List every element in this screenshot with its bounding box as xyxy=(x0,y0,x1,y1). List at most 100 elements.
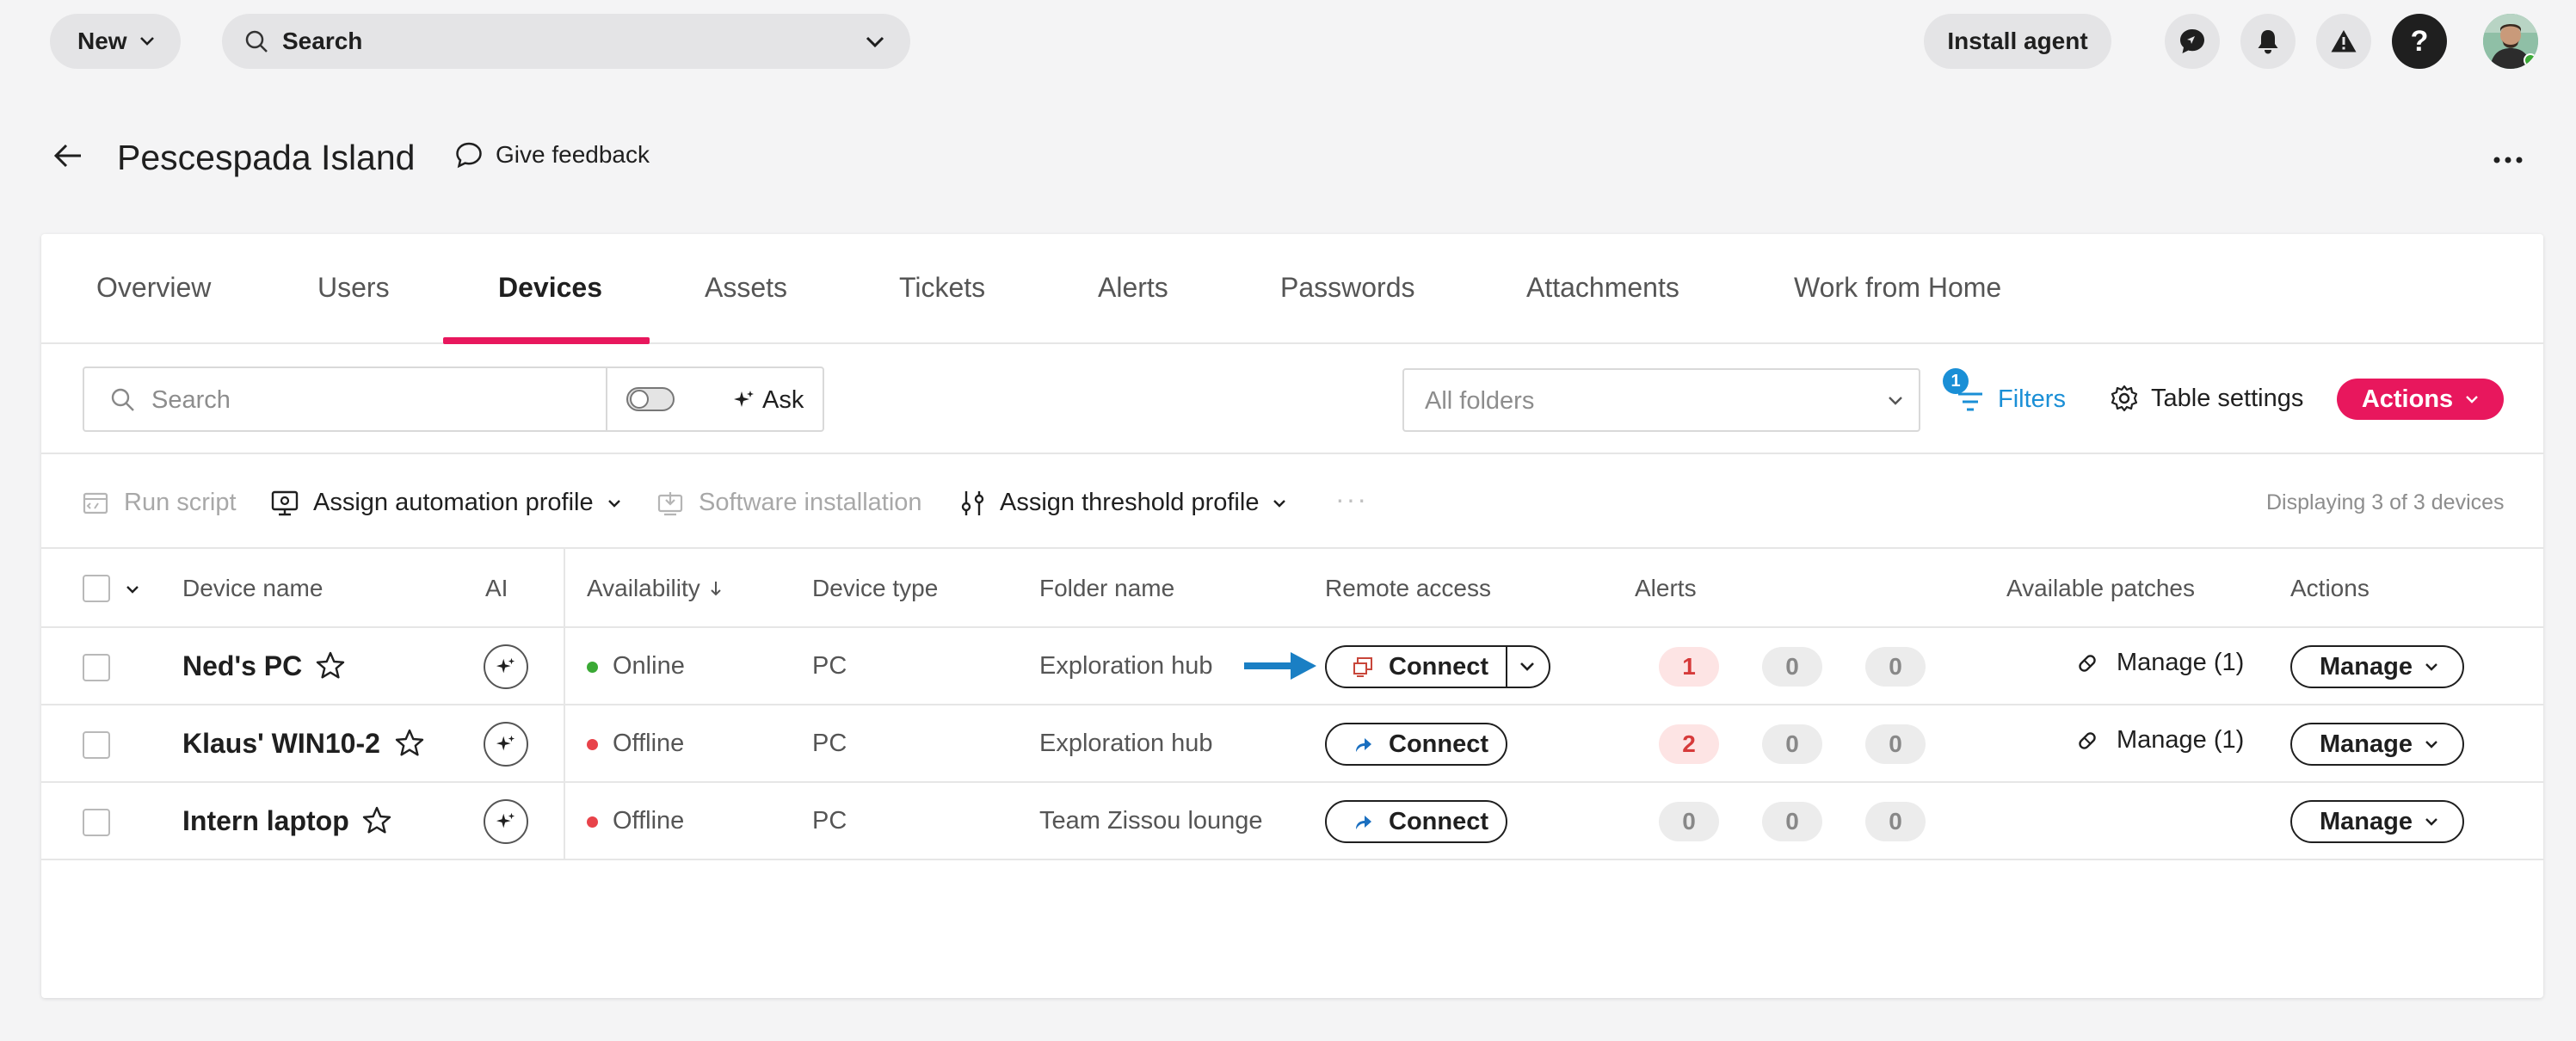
alert-count-critical[interactable]: 2 xyxy=(1659,724,1719,764)
alert-count-info[interactable]: 0 xyxy=(1865,647,1926,687)
folder-name[interactable]: Team Zissou lounge xyxy=(1039,807,1263,835)
tab-attachments[interactable]: Attachments xyxy=(1526,272,1679,304)
row-checkbox[interactable] xyxy=(83,809,110,836)
col-device-name[interactable]: Device name xyxy=(182,575,323,602)
notifications-button[interactable] xyxy=(2240,14,2296,69)
ask-toggle[interactable] xyxy=(626,387,675,411)
connect-split-divider xyxy=(1506,647,1507,687)
chat-icon xyxy=(2178,27,2207,56)
row-checkbox[interactable] xyxy=(83,654,110,681)
assign-threshold-button[interactable]: Assign threshold profile xyxy=(960,489,1286,517)
back-arrow-icon[interactable] xyxy=(53,143,83,169)
patches-manage-link[interactable]: Manage (1) xyxy=(2074,726,2244,755)
displaying-count: Displaying 3 of 3 devices xyxy=(2266,490,2505,514)
ai-sparkle-button[interactable] xyxy=(484,799,528,844)
run-script-label: Run script xyxy=(124,489,237,516)
chevron-down-icon[interactable] xyxy=(1519,662,1535,672)
alert-count-warning[interactable]: 0 xyxy=(1762,724,1822,764)
tab-passwords[interactable]: Passwords xyxy=(1280,272,1415,304)
chat-button[interactable] xyxy=(2165,14,2220,69)
star-icon[interactable] xyxy=(361,805,392,836)
manage-label: Manage xyxy=(2320,807,2413,835)
alert-count-warning[interactable]: 0 xyxy=(1762,802,1822,841)
folder-name[interactable]: Exploration hub xyxy=(1039,652,1213,681)
star-icon[interactable] xyxy=(394,728,425,759)
alert-count-warning[interactable]: 0 xyxy=(1762,647,1822,687)
device-search-box[interactable]: Search Ask xyxy=(83,367,824,432)
connect-split-button[interactable]: Connect xyxy=(1325,645,1550,688)
new-button[interactable]: New xyxy=(50,14,181,69)
software-install-button[interactable]: Software installation xyxy=(657,489,922,517)
device-name[interactable]: Ned's PC xyxy=(182,650,302,682)
device-name[interactable]: Klaus' WIN10-2 xyxy=(182,728,380,760)
tab-alerts[interactable]: Alerts xyxy=(1098,272,1168,304)
status-dot xyxy=(587,816,598,828)
help-button[interactable]: ? xyxy=(2392,14,2447,69)
bandage-icon xyxy=(2074,650,2101,677)
manage-button[interactable]: Manage xyxy=(2290,645,2464,688)
folder-name[interactable]: Exploration hub xyxy=(1039,730,1213,758)
more-actions-button[interactable]: ··· xyxy=(1335,484,1368,515)
download-icon xyxy=(657,490,683,516)
remote-desktop-icon xyxy=(1353,656,1375,678)
manage-button[interactable]: Manage xyxy=(2290,723,2464,766)
table-settings-button[interactable]: Table settings xyxy=(2110,384,2303,413)
actions-button[interactable]: Actions xyxy=(2337,379,2504,420)
more-options-icon[interactable] xyxy=(2493,157,2523,163)
folders-select[interactable]: All folders xyxy=(1402,368,1920,432)
install-agent-button[interactable]: Install agent xyxy=(1924,14,2111,69)
select-menu-chevron-icon[interactable] xyxy=(126,585,139,594)
ask-label[interactable]: Ask xyxy=(762,386,804,415)
chevron-down-icon xyxy=(607,499,621,508)
chevron-down-icon xyxy=(2425,817,2438,826)
connect-label: Connect xyxy=(1389,652,1488,681)
tab-overview[interactable]: Overview xyxy=(96,272,211,304)
gear-icon xyxy=(2110,384,2139,413)
alert-count-critical[interactable]: 1 xyxy=(1659,647,1719,687)
table-row[interactable]: Ned's PC Online PC Exploration hub Conne… xyxy=(41,628,2543,705)
online-status-dot xyxy=(2524,53,2537,67)
table-row[interactable]: Intern laptop Offline PC Team Zissou lou… xyxy=(41,783,2543,860)
actions-label: Actions xyxy=(2361,385,2454,413)
tab-work-from-home[interactable]: Work from Home xyxy=(1794,272,2001,304)
col-availability[interactable]: Availability xyxy=(587,575,723,602)
alert-count-info[interactable]: 0 xyxy=(1865,724,1926,764)
give-feedback-button[interactable]: Give feedback xyxy=(454,141,650,169)
col-device-type[interactable]: Device type xyxy=(812,575,938,602)
tab-users[interactable]: Users xyxy=(317,272,390,304)
alert-count-info[interactable]: 0 xyxy=(1865,802,1926,841)
table-row[interactable]: Klaus' WIN10-2 Offline PC Exploration hu… xyxy=(41,705,2543,783)
alert-count-critical[interactable]: 0 xyxy=(1659,802,1719,841)
sparkle-icon xyxy=(733,389,755,411)
patches-manage-link[interactable]: Manage (1) xyxy=(2074,649,2244,677)
col-folder-name[interactable]: Folder name xyxy=(1039,575,1174,602)
search-divider xyxy=(606,368,607,430)
help-icon: ? xyxy=(2410,24,2429,58)
search-icon xyxy=(110,387,136,413)
row-checkbox[interactable] xyxy=(83,731,110,759)
tab-assets[interactable]: Assets xyxy=(705,272,787,304)
sort-arrow-down-icon xyxy=(709,580,723,597)
run-script-button[interactable]: Run script xyxy=(83,489,237,517)
star-icon[interactable] xyxy=(315,650,346,681)
connect-button[interactable]: Connect xyxy=(1325,800,1507,843)
sliders-icon xyxy=(960,490,986,517)
select-all-checkbox[interactable] xyxy=(83,575,110,602)
assign-automation-button[interactable]: Assign automation profile xyxy=(270,489,621,517)
connect-button[interactable]: Connect xyxy=(1325,723,1507,766)
tab-tickets[interactable]: Tickets xyxy=(899,272,985,304)
chevron-down-icon[interactable] xyxy=(866,36,884,48)
bell-icon xyxy=(2255,28,2281,55)
avatar[interactable] xyxy=(2483,14,2538,69)
device-type: PC xyxy=(812,652,847,680)
filters-button[interactable]: 1 Filters xyxy=(1943,368,2080,432)
manage-button[interactable]: Manage xyxy=(2290,800,2464,843)
ai-sparkle-button[interactable] xyxy=(484,722,528,767)
global-search[interactable]: Search xyxy=(222,14,910,69)
toggle-knob xyxy=(630,390,649,409)
tab-devices[interactable]: Devices xyxy=(498,272,602,304)
alerts-button[interactable] xyxy=(2316,14,2371,69)
device-name[interactable]: Intern laptop xyxy=(182,805,349,837)
ai-sparkle-button[interactable] xyxy=(484,644,528,689)
bandage-icon xyxy=(2074,727,2101,755)
